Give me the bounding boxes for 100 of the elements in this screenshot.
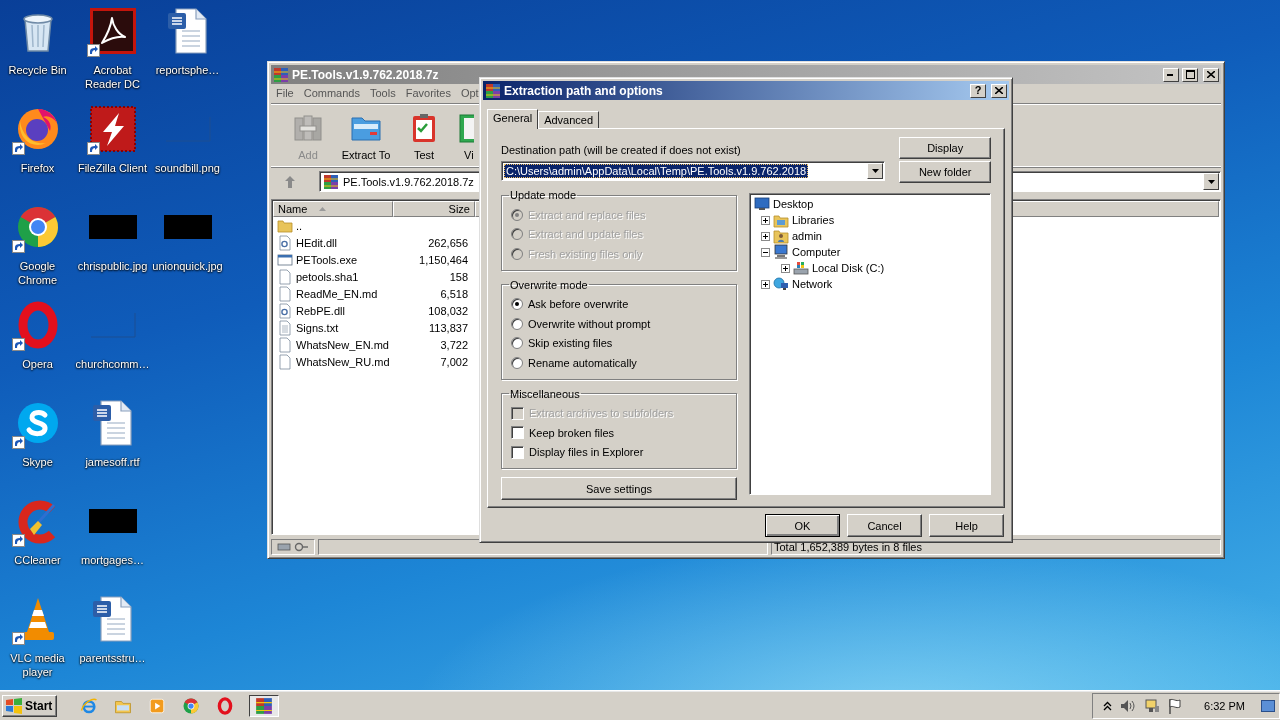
archive-icon xyxy=(323,173,339,190)
flag-icon[interactable] xyxy=(1168,697,1183,714)
expand-toggle[interactable] xyxy=(761,247,770,257)
menu-item[interactable]: Tools xyxy=(365,87,401,99)
icon-label[interactable]: CCleaner xyxy=(14,553,61,567)
dialog-button[interactable]: Cancel xyxy=(847,514,922,537)
file-size: 1,150,464 xyxy=(418,253,469,266)
file-name[interactable]: ReadMe_EN.md xyxy=(296,287,378,300)
lightning-app-icon[interactable] xyxy=(88,105,137,153)
icon-label[interactable]: churchcomm… xyxy=(75,357,150,371)
checkbox[interactable] xyxy=(511,426,524,440)
tree-item[interactable]: Local Disk (C:) xyxy=(812,262,885,274)
save-settings-button[interactable]: Save settings xyxy=(501,477,737,500)
icon-label[interactable]: FileZilla Client xyxy=(77,161,148,175)
archive-icon xyxy=(485,82,501,99)
play-icon xyxy=(148,696,167,715)
menu-item[interactable]: File xyxy=(271,87,299,99)
option-label[interactable]: Keep broken files xyxy=(529,426,614,439)
dropdown-arrow-icon xyxy=(1207,179,1215,184)
icon-label[interactable]: Firefox xyxy=(20,161,55,175)
help-button[interactable]: ? xyxy=(970,83,986,98)
icon-label[interactable]: unionquick.jpg xyxy=(152,259,223,273)
icon-label[interactable]: parentsstru… xyxy=(79,651,146,665)
option-label[interactable]: Ask before overwrite xyxy=(528,298,629,311)
group-title: Overwrite mode xyxy=(509,278,589,291)
text-file-icon xyxy=(277,319,293,336)
icon-label[interactable]: chrispublic.jpg xyxy=(77,259,148,273)
speaker-icon[interactable] xyxy=(1120,698,1137,713)
destination-field[interactable]: C:\Users\admin\AppData\Local\Temp\PE.Tools.v1.9.762.2018 xyxy=(501,161,886,181)
taskbar-button[interactable] xyxy=(249,694,280,717)
icon-label[interactable]: Acrobat Reader DC xyxy=(75,63,150,91)
icon-label[interactable]: reportsphe… xyxy=(155,63,220,77)
side-button[interactable]: Display xyxy=(899,137,991,159)
tree-item[interactable]: Desktop xyxy=(773,198,814,210)
file-name[interactable]: WhatsNew_EN.md xyxy=(296,338,389,351)
expand-toggle[interactable] xyxy=(761,231,770,241)
option-label[interactable]: Overwrite without prompt xyxy=(528,317,651,330)
close-icon xyxy=(1207,71,1215,78)
icon-label[interactable]: mortgages… xyxy=(81,553,144,567)
icon-label[interactable]: jamesoff.rtf xyxy=(85,455,140,469)
column-header[interactable]: Name xyxy=(273,201,393,217)
icon-label[interactable]: Skype xyxy=(22,455,53,469)
tab[interactable]: General xyxy=(487,109,539,129)
dropdown-button[interactable] xyxy=(867,163,884,179)
checkbox[interactable] xyxy=(511,445,524,459)
file-name[interactable]: Signs.txt xyxy=(296,321,339,334)
close-button[interactable] xyxy=(991,83,1007,98)
show-desktop-icon[interactable] xyxy=(1261,699,1275,712)
dialog-button[interactable]: Help xyxy=(929,514,1004,537)
user-folder-icon xyxy=(773,228,789,244)
expand-toggle[interactable] xyxy=(761,279,770,289)
tree-item[interactable]: admin xyxy=(792,230,822,242)
option-label[interactable]: Rename automatically xyxy=(528,356,637,369)
radio-button[interactable] xyxy=(511,337,523,350)
close-button[interactable] xyxy=(1203,67,1219,82)
tree-item[interactable]: Libraries xyxy=(792,214,835,226)
menu-item[interactable]: Commands xyxy=(298,87,365,99)
drive-status-icon xyxy=(277,541,309,552)
icon-label[interactable]: soundbill.png xyxy=(155,161,220,175)
browser-icon xyxy=(216,696,235,715)
icon-label[interactable]: Google Chrome xyxy=(0,259,75,287)
side-button[interactable]: New folder xyxy=(899,161,991,183)
tree-item[interactable]: Computer xyxy=(792,246,841,258)
book-icon xyxy=(456,112,474,144)
file-name[interactable]: HEdit.dll xyxy=(296,236,337,249)
menu-item[interactable]: Favorites xyxy=(400,87,456,99)
expand-toggle[interactable] xyxy=(781,263,790,273)
pdf-reader-icon[interactable] xyxy=(88,7,137,55)
dropdown-button[interactable] xyxy=(1203,173,1219,190)
radio-button[interactable] xyxy=(511,356,523,369)
icon-label[interactable]: Recycle Bin xyxy=(8,63,67,77)
file-name[interactable]: PETools.exe xyxy=(296,253,358,266)
option-label[interactable]: Display files in Explorer xyxy=(529,446,644,459)
toolbar-button[interactable]: Test xyxy=(395,104,453,166)
file-name[interactable]: RebPE.dll xyxy=(296,304,345,317)
network-icon[interactable] xyxy=(1144,697,1161,714)
expand-toggle[interactable] xyxy=(761,215,770,225)
toolbar-button[interactable]: Extract To xyxy=(337,104,395,166)
file-size: 3,722 xyxy=(439,338,469,351)
option-label[interactable]: Skip existing files xyxy=(528,337,613,350)
folder-icon xyxy=(773,212,789,228)
destination-path[interactable]: C:\Users\admin\AppData\Local\Temp\PE.Tools.v1.9.762.2018 xyxy=(504,164,809,178)
maximize-button[interactable] xyxy=(1182,67,1198,82)
file-name[interactable]: petools.sha1 xyxy=(296,270,359,283)
start-button[interactable]: Start xyxy=(2,694,58,717)
tree-item[interactable]: Network xyxy=(792,278,833,290)
chevron-up-icon[interactable] xyxy=(1103,700,1113,711)
dialog-title: Extraction path and options xyxy=(504,83,664,98)
minimize-button[interactable] xyxy=(1163,67,1179,82)
dialog-button[interactable]: OK xyxy=(765,514,840,537)
file-name[interactable]: WhatsNew_RU.md xyxy=(296,355,390,368)
column-header[interactable]: Size xyxy=(393,201,475,217)
icon-label[interactable]: VLC media player xyxy=(0,651,75,679)
file-name[interactable]: .. xyxy=(296,219,303,232)
tab[interactable]: Advanced xyxy=(538,111,600,128)
file-size: 262,656 xyxy=(427,236,469,249)
browser-icon xyxy=(80,696,99,715)
radio-button[interactable] xyxy=(511,298,523,311)
icon-label[interactable]: Opera xyxy=(22,357,53,371)
file-size: 113,837 xyxy=(428,321,469,334)
